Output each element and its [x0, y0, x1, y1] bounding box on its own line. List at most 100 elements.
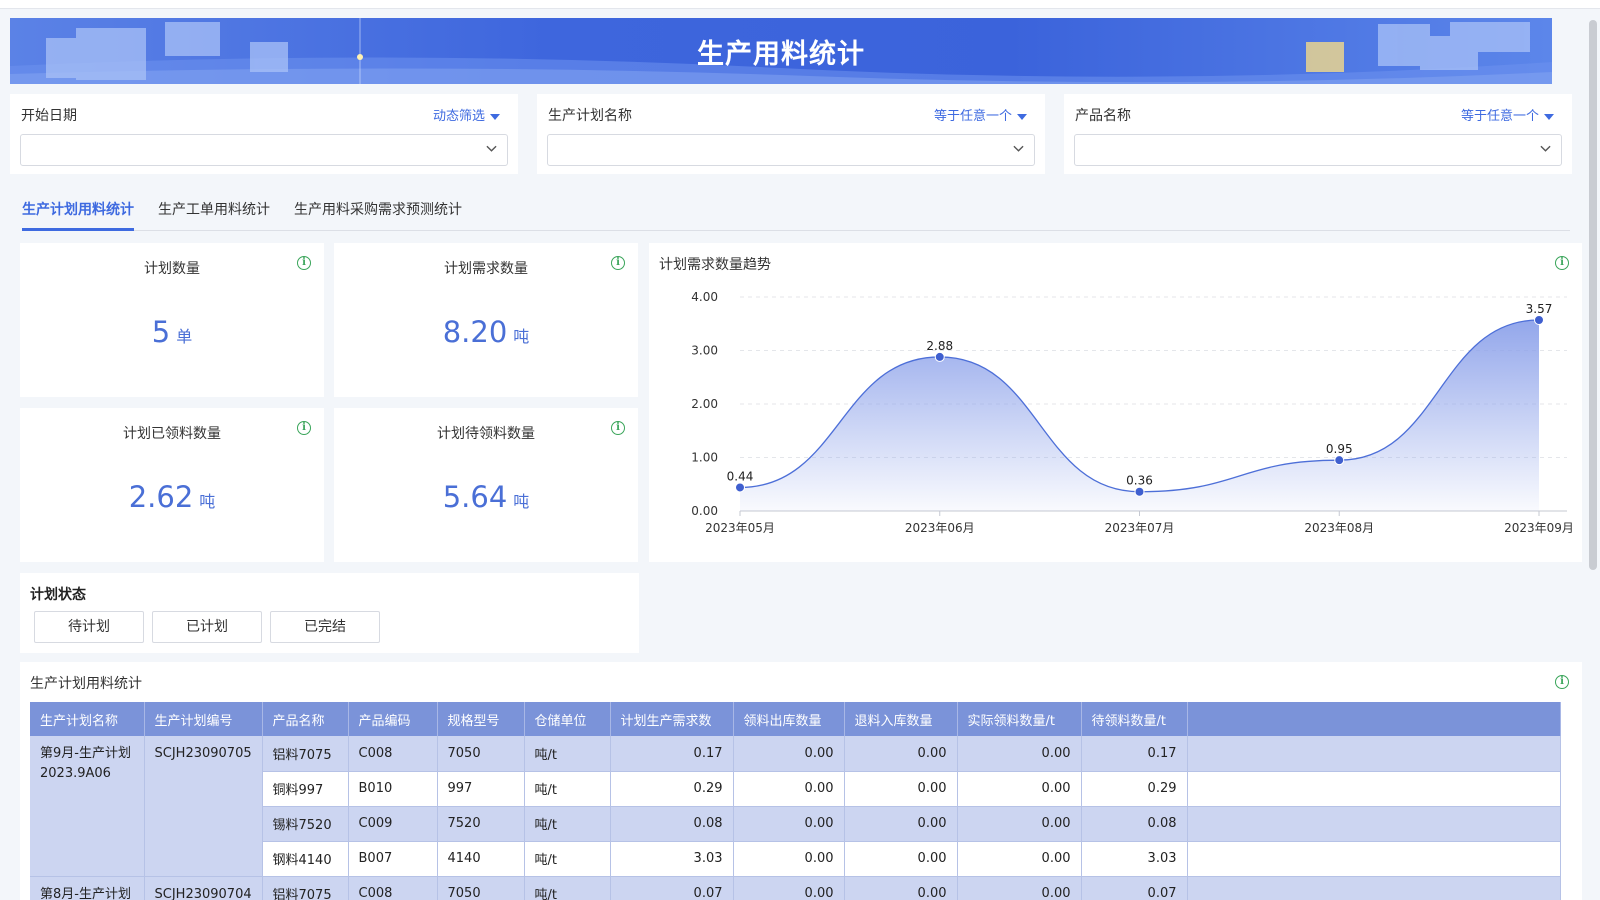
- spec-cell: 7520: [437, 806, 525, 842]
- data-label: 0.44: [727, 469, 754, 483]
- caret-down-icon: [490, 113, 500, 120]
- kpi-plan-pending: 计划待领料数量 i 5.64 吨: [334, 408, 638, 562]
- product-name-select[interactable]: [1074, 134, 1562, 166]
- data-label: 2.88: [926, 339, 953, 353]
- info-icon[interactable]: i: [297, 256, 311, 270]
- kpi-number: 5.64: [442, 480, 508, 514]
- column-header[interactable]: 生产计划名称: [30, 702, 145, 736]
- column-header[interactable]: 产品编码: [348, 702, 438, 736]
- actual-picked-cell: 0.00: [957, 876, 1082, 900]
- kpi-unit: 吨: [513, 492, 530, 511]
- pending-pick-cell: 0.08: [1081, 806, 1188, 842]
- plan-name-cell: 第9月-生产计划2023.9A06: [30, 736, 145, 877]
- product-name-cell: 钢料4140: [262, 841, 349, 877]
- empty-cell: [1187, 841, 1561, 877]
- kpi-value: 2.62 吨: [20, 480, 324, 514]
- spec-cell: 4140: [437, 841, 525, 877]
- unit-cell: 吨/t: [524, 771, 611, 807]
- y-tick-label: 2.00: [691, 397, 718, 411]
- header-banner: 生产用料统计: [10, 18, 1552, 84]
- demand-trend-chart: 0.00 1.00 2.00 3.00 4.00 2023年05月 2023年06月 2023…: [691, 290, 1574, 535]
- pending-pick-cell: 3.03: [1081, 841, 1188, 877]
- actual-picked-cell: 0.00: [957, 771, 1082, 807]
- filter-mode-dropdown[interactable]: 动态筛选: [433, 105, 500, 124]
- y-tick-label: 0.00: [691, 504, 718, 518]
- filter-mode-label: 等于任意一个: [1460, 109, 1539, 124]
- column-header[interactable]: 产品名称: [262, 702, 349, 736]
- info-icon[interactable]: i: [1555, 675, 1569, 689]
- kpi-value: 8.20 吨: [334, 315, 638, 349]
- returned-in-cell: 0.00: [844, 771, 958, 807]
- status-button-pending[interactable]: 待计划: [34, 611, 144, 643]
- kpi-plan-count: 计划数量 i 5单: [20, 243, 324, 397]
- filter-mode-dropdown[interactable]: 等于任意一个: [934, 105, 1027, 124]
- product-name-cell: 锡料7520: [262, 806, 349, 842]
- column-header: [1187, 702, 1561, 736]
- plan-status-card: 计划状态 待计划 已计划 已完结: [20, 573, 639, 653]
- tab-purchase-forecast-stats[interactable]: 生产用料采购需求预测统计: [294, 199, 462, 219]
- kpi-number: 5: [151, 315, 171, 349]
- info-icon[interactable]: i: [611, 421, 625, 435]
- tab-workorder-material-stats[interactable]: 生产工单用料统计: [158, 199, 270, 219]
- table-row[interactable]: 第9月-生产计划2023.9A06 SCJH23090705 铝料7075 C0…: [30, 736, 1561, 877]
- kpi-value: 5单: [20, 315, 324, 349]
- start-date-select[interactable]: [20, 134, 508, 166]
- plan-material-table-card: 生产计划用料统计 i 生产计划名称 生产计划编号 产品名称 产品编码 规格型号 …: [20, 662, 1582, 900]
- pending-pick-cell: 0.07: [1081, 876, 1188, 900]
- unit-cell: 吨/t: [524, 736, 611, 772]
- plan-demand-cell: 0.29: [610, 771, 734, 807]
- column-header[interactable]: 退料入库数量: [844, 702, 958, 736]
- kpi-plan-picked: 计划已领料数量 i 2.62 吨: [20, 408, 324, 562]
- caret-down-icon: [1017, 113, 1027, 120]
- filter-mode-label: 动态筛选: [432, 109, 485, 124]
- filter-product-name: 产品名称 等于任意一个: [1064, 94, 1572, 174]
- tab-bar: 生产计划用料统计 生产工单用料统计 生产用料采购需求预测统计: [22, 197, 1570, 231]
- table-header-row: 生产计划名称 生产计划编号 产品名称 产品编码 规格型号 仓储单位 计划生产需求…: [30, 702, 1561, 736]
- column-header[interactable]: 仓储单位: [524, 702, 611, 736]
- table-row[interactable]: 第8月-生产计划 SCJH23090704 铝料7075 C008 7050 吨…: [30, 876, 1561, 900]
- kpi-unit: 吨: [199, 492, 216, 511]
- y-tick-label: 1.00: [691, 451, 718, 465]
- unit-cell: 吨/t: [524, 841, 611, 877]
- column-header[interactable]: 计划生产需求数: [610, 702, 734, 736]
- x-tick-label: 2023年06月: [905, 521, 975, 535]
- caret-down-icon: [1544, 113, 1554, 120]
- data-point: [1134, 486, 1145, 497]
- pending-pick-cell: 0.29: [1081, 771, 1188, 807]
- demand-trend-chart-card: 计划需求数量趋势 i 0.00 1.00 2.00 3.00 4.00 2023年05月 2…: [649, 243, 1582, 562]
- plan-demand-cell: 0.17: [610, 736, 734, 772]
- kpi-unit: 吨: [513, 327, 530, 346]
- plan-no-cell: SCJH23090704: [144, 876, 263, 900]
- kpi-title: 计划已领料数量: [123, 426, 221, 442]
- picked-out-cell: 0.00: [733, 806, 845, 842]
- info-icon[interactable]: i: [297, 421, 311, 435]
- product-name-cell: 铝料7075: [262, 876, 349, 900]
- data-label: 0.95: [1326, 442, 1353, 456]
- status-button-finished[interactable]: 已完结: [270, 611, 380, 643]
- kpi-title: 计划数量: [144, 261, 200, 277]
- top-bar: [0, 0, 1600, 9]
- column-header[interactable]: 规格型号: [437, 702, 525, 736]
- filter-label: 产品名称: [1075, 108, 1131, 124]
- picked-out-cell: 0.00: [733, 771, 845, 807]
- pending-pick-cell: 0.17: [1081, 736, 1188, 772]
- page-scrollbar[interactable]: [1589, 20, 1597, 570]
- returned-in-cell: 0.00: [844, 841, 958, 877]
- column-header[interactable]: 实际领料数量/t: [957, 702, 1082, 736]
- chevron-down-icon: [1540, 145, 1551, 152]
- info-icon[interactable]: i: [611, 256, 625, 270]
- x-tick-label: 2023年05月: [705, 521, 775, 535]
- product-code-cell: C009: [348, 806, 438, 842]
- kpi-title: 计划待领料数量: [437, 426, 535, 442]
- column-header[interactable]: 领料出库数量: [733, 702, 845, 736]
- plan-name-select[interactable]: [547, 134, 1035, 166]
- plan-name-cell: 第8月-生产计划: [30, 876, 145, 900]
- filter-mode-dropdown[interactable]: 等于任意一个: [1461, 105, 1554, 124]
- tab-plan-material-stats[interactable]: 生产计划用料统计: [22, 199, 134, 219]
- kpi-title: 计划需求数量: [444, 261, 528, 277]
- column-header[interactable]: 生产计划编号: [144, 702, 263, 736]
- status-button-planned[interactable]: 已计划: [152, 611, 262, 643]
- data-point: [735, 482, 745, 493]
- column-header[interactable]: 待领料数量/t: [1081, 702, 1188, 736]
- kpi-number: 8.20: [442, 315, 508, 349]
